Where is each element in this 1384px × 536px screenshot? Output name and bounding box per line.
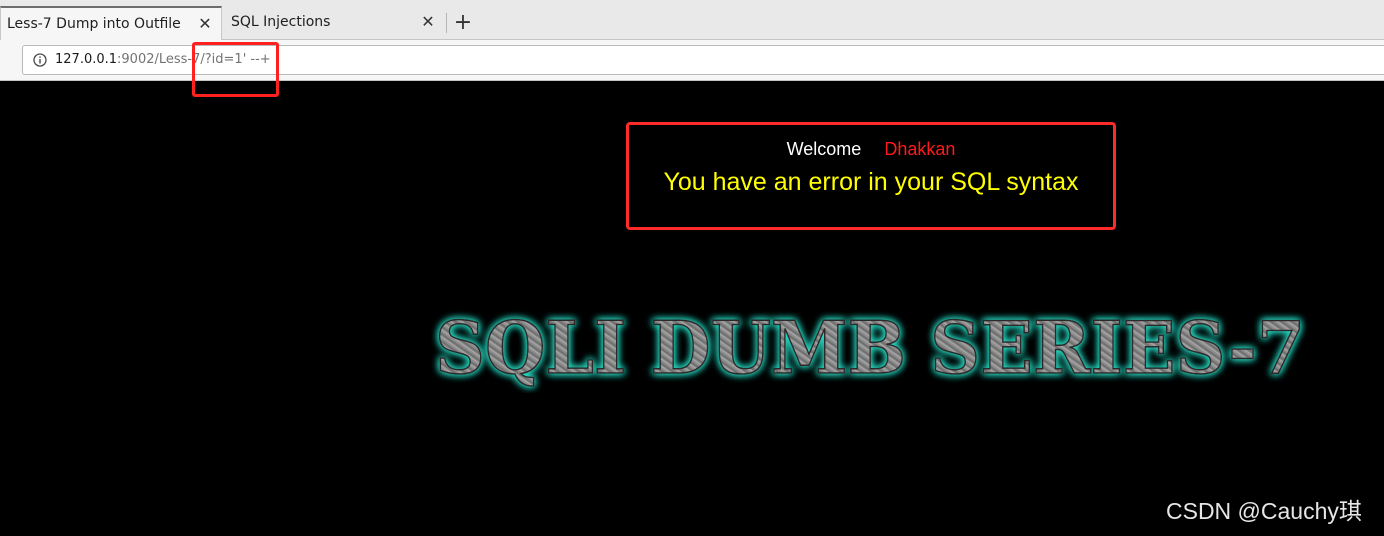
tab-less-7[interactable]: Less-7 Dump into Outfile ✕	[0, 6, 222, 40]
welcome-label: Welcome	[786, 139, 862, 159]
tab-title: Less-7 Dump into Outfile	[7, 16, 181, 32]
welcome-line: Welcome Dhakkan	[629, 138, 1113, 160]
tab-separator	[446, 13, 447, 33]
url-highlight-box	[192, 42, 279, 97]
browser-window: Less-7 Dump into Outfile ✕ SQL Injection…	[0, 0, 1384, 536]
page-content: Welcome Dhakkan You have an error in you…	[0, 81, 1384, 536]
tab-strip: Less-7 Dump into Outfile ✕ SQL Injection…	[0, 0, 1384, 40]
welcome-name: Dhakkan	[884, 139, 956, 159]
message-box: Welcome Dhakkan You have an error in you…	[626, 122, 1116, 230]
sqli-dumb-series-banner: SQLI DUMB SERIES-7	[434, 304, 1306, 391]
banner-text: SQLI DUMB SERIES-7	[435, 305, 1305, 390]
error-message: You have an error in your SQL syntax	[663, 168, 1079, 196]
csdn-watermark: CSDN @Cauchy琪	[1166, 498, 1362, 524]
close-icon[interactable]: ✕	[420, 14, 436, 30]
url-host: 127.0.0.1	[55, 52, 118, 67]
close-icon[interactable]: ✕	[197, 16, 213, 32]
tab-title: SQL Injections	[231, 14, 331, 30]
new-tab-button[interactable]: +	[452, 12, 474, 34]
info-icon[interactable]	[33, 53, 47, 67]
tab-sql-injections[interactable]: SQL Injections ✕	[222, 6, 446, 40]
